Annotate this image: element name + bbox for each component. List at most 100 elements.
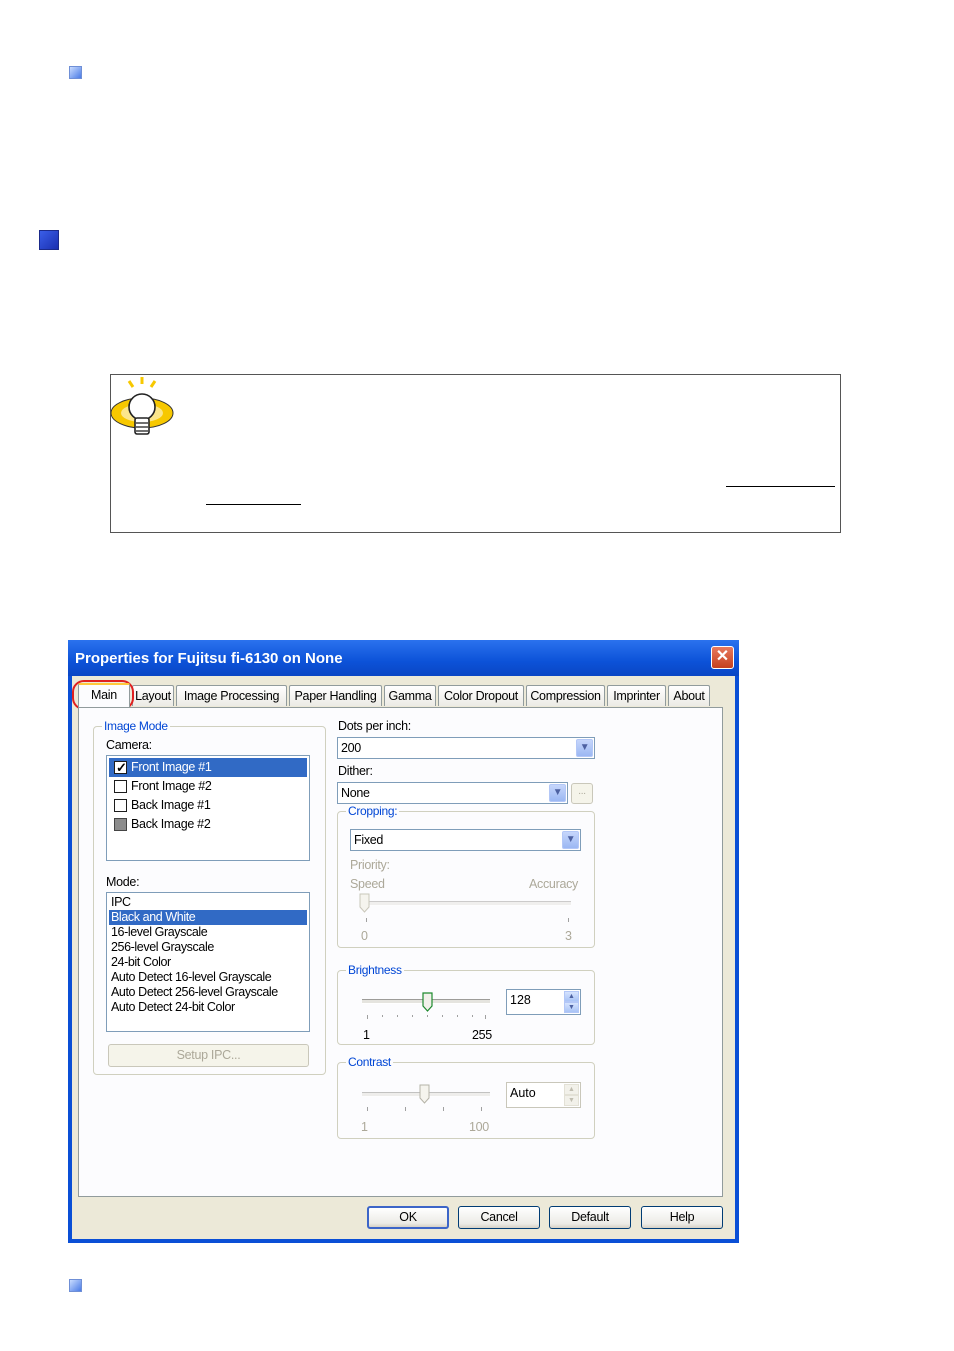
mode-item[interactable]: 24-bit Color xyxy=(109,955,307,970)
dpi-label: Dots per inch: xyxy=(338,719,411,733)
slider-tick xyxy=(367,1107,368,1111)
ok-button[interactable]: OK xyxy=(367,1206,449,1229)
spin-down-icon[interactable]: ▼ xyxy=(564,1002,579,1013)
contrast-spinner[interactable]: Auto ▲ ▼ xyxy=(506,1082,581,1108)
slider-tick xyxy=(405,1107,406,1111)
mode-item[interactable]: Auto Detect 16-level Grayscale xyxy=(109,970,307,985)
camera-item[interactable]: Back Image #1 xyxy=(109,796,307,815)
slider-tick xyxy=(457,1015,458,1017)
dialog-client-area: Main Layout Image Processing Paper Handl… xyxy=(72,676,735,1239)
priority-min: 0 xyxy=(361,929,368,943)
camera-item[interactable]: ✓ Front Image #1 xyxy=(109,758,307,777)
spin-down-icon[interactable]: ▼ xyxy=(564,1095,579,1106)
speed-label: Speed xyxy=(350,877,385,891)
cropping-value: Fixed xyxy=(354,833,384,847)
lightbulb-hint-icon xyxy=(111,377,174,435)
contrast-value: Auto xyxy=(510,1086,536,1100)
dither-value: None xyxy=(341,786,370,800)
default-button[interactable]: Default xyxy=(549,1206,631,1229)
slider-tick xyxy=(366,918,367,922)
priority-max: 3 xyxy=(565,929,572,943)
hint-box xyxy=(110,374,841,533)
spin-up-icon[interactable]: ▲ xyxy=(564,991,579,1002)
brightness-spinner[interactable]: 128 ▲ ▼ xyxy=(506,989,581,1015)
main-tab-panel: Image Mode Camera: ✓ Front Image #1 Fron… xyxy=(78,707,723,1197)
slider-tick xyxy=(485,1015,486,1019)
image-mode-title: Image Mode xyxy=(102,719,170,733)
mode-item[interactable]: 256-level Grayscale xyxy=(109,940,307,955)
camera-label: Camera: xyxy=(106,738,152,752)
camera-list[interactable]: ✓ Front Image #1 Front Image #2 Back Ima… xyxy=(106,755,310,861)
spin-up-icon[interactable]: ▲ xyxy=(564,1084,579,1095)
tab-image-processing[interactable]: Image Processing xyxy=(176,685,287,706)
chevron-down-icon[interactable]: ▼ xyxy=(549,784,566,802)
dither-more-button[interactable]: ... xyxy=(571,783,593,804)
title-bar[interactable]: Properties for Fujitsu fi-6130 on None ✕ xyxy=(68,640,739,676)
tab-paper-handling[interactable]: Paper Handling xyxy=(289,685,382,706)
camera-item-label: Back Image #1 xyxy=(131,798,211,812)
slider-tick xyxy=(481,1107,482,1111)
hint-link-underline[interactable] xyxy=(206,504,301,505)
priority-slider-thumb[interactable] xyxy=(359,893,370,913)
contrast-max: 100 xyxy=(469,1120,489,1134)
brightness-min: 1 xyxy=(363,1028,370,1042)
mode-item[interactable]: Black and White xyxy=(109,910,307,925)
camera-item[interactable]: Back Image #2 xyxy=(109,815,307,834)
camera-item-label: Front Image #2 xyxy=(131,779,212,793)
tab-about[interactable]: About xyxy=(668,685,710,706)
dpi-value: 200 xyxy=(341,741,361,755)
mode-item[interactable]: IPC xyxy=(109,895,307,910)
brightness-max: 255 xyxy=(472,1028,492,1042)
camera-item[interactable]: Front Image #2 xyxy=(109,777,307,796)
hint-link-underline[interactable] xyxy=(726,486,835,487)
tab-color-dropout[interactable]: Color Dropout xyxy=(438,685,524,706)
tab-compression[interactable]: Compression xyxy=(526,685,605,706)
mode-item[interactable]: 16-level Grayscale xyxy=(109,925,307,940)
slider-tick xyxy=(382,1015,383,1017)
checkbox-indeterminate-icon[interactable] xyxy=(114,818,127,831)
contrast-min: 1 xyxy=(361,1120,368,1134)
tab-imprinter[interactable]: Imprinter xyxy=(607,685,666,706)
slider-tick xyxy=(443,1107,444,1111)
mode-item[interactable]: Auto Detect 256-level Grayscale xyxy=(109,985,307,1000)
mode-list[interactable]: IPC Black and White 16-level Grayscale 2… xyxy=(106,892,310,1032)
contrast-slider-thumb[interactable] xyxy=(419,1084,430,1104)
section-bullet-icon xyxy=(69,1279,82,1292)
slider-tick xyxy=(472,1015,473,1017)
camera-item-label: Front Image #1 xyxy=(131,760,212,774)
slider-tick xyxy=(397,1015,398,1017)
help-button[interactable]: Help xyxy=(641,1206,723,1229)
setup-ipc-button[interactable]: Setup IPC... xyxy=(108,1044,309,1067)
mode-label: Mode: xyxy=(106,875,140,889)
checkbox-icon[interactable] xyxy=(114,799,127,812)
slider-tick xyxy=(442,1015,443,1017)
chevron-down-icon[interactable]: ▼ xyxy=(576,739,593,757)
brightness-slider-thumb[interactable] xyxy=(422,992,433,1012)
slider-tick xyxy=(568,918,569,922)
tab-main[interactable]: Main xyxy=(78,683,130,707)
cancel-button[interactable]: Cancel xyxy=(458,1206,540,1229)
slider-tick xyxy=(427,1015,428,1017)
heading-bullet-icon xyxy=(39,230,59,250)
dpi-select[interactable]: 200 ▼ xyxy=(337,737,595,759)
brightness-value: 128 xyxy=(510,993,531,1007)
close-button[interactable]: ✕ xyxy=(711,646,734,669)
camera-item-label: Back Image #2 xyxy=(131,817,211,831)
dither-label: Dither: xyxy=(338,764,373,778)
section-bullet-icon xyxy=(69,66,82,79)
mode-item[interactable]: Auto Detect 24-bit Color xyxy=(109,1000,307,1015)
slider-tick xyxy=(412,1015,413,1017)
contrast-title: Contrast xyxy=(346,1055,393,1069)
chevron-down-icon[interactable]: ▼ xyxy=(562,831,579,849)
priority-slider-track[interactable] xyxy=(361,901,571,906)
checkbox-checked-icon[interactable]: ✓ xyxy=(114,760,127,775)
checkbox-icon[interactable] xyxy=(114,780,127,793)
dither-select[interactable]: None ▼ xyxy=(337,782,568,804)
cropping-title: Cropping: xyxy=(346,804,400,818)
tab-layout[interactable]: Layout xyxy=(132,685,174,706)
cropping-select[interactable]: Fixed ▼ xyxy=(350,829,581,851)
accuracy-label: Accuracy xyxy=(529,877,579,891)
priority-label: Priority: xyxy=(350,858,390,872)
tab-gamma[interactable]: Gamma xyxy=(384,685,436,706)
slider-tick xyxy=(367,1015,368,1019)
